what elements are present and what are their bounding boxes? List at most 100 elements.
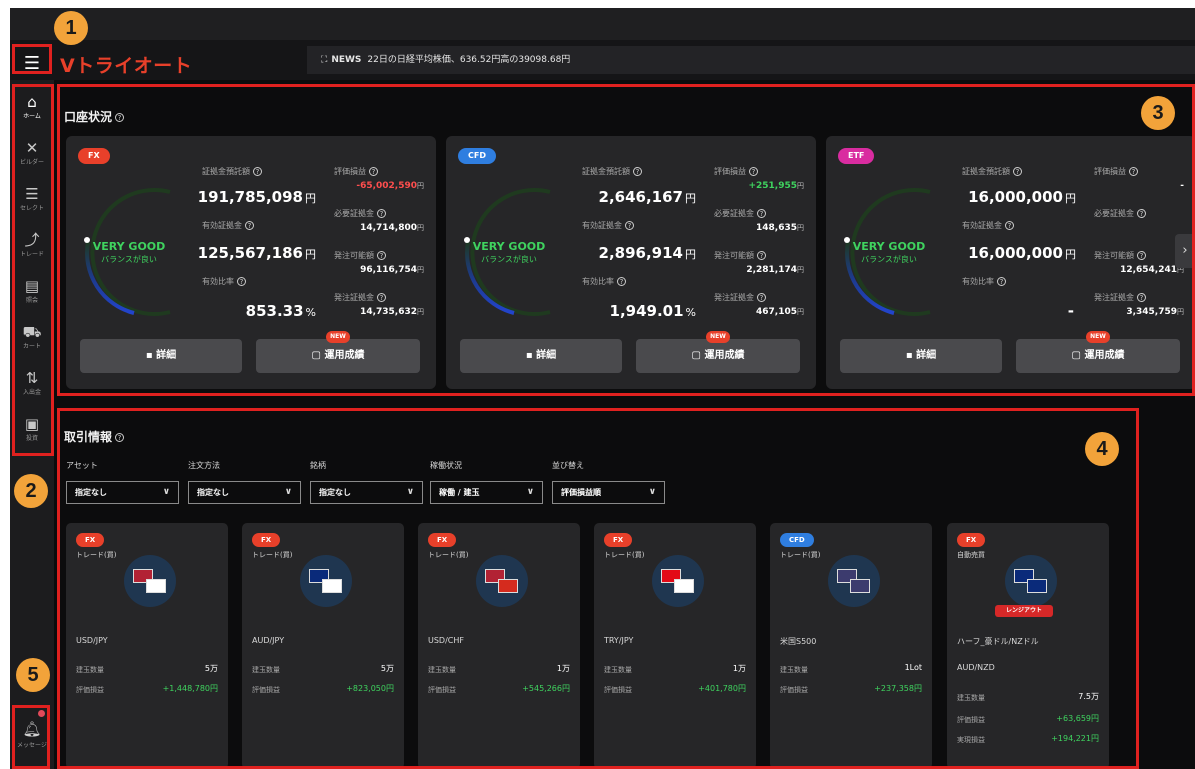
sidebar-item-cart[interactable]: ⛟ カート xyxy=(12,318,52,362)
annotation-badge-2: 2 xyxy=(14,474,48,508)
position-card[interactable]: FX トレード(買) USD/CHF 建玉数量 1万 評価損益 +545,266… xyxy=(418,523,580,769)
detail-button[interactable]: ▪ 詳細 xyxy=(460,339,622,373)
filter-label: 稼働状況 xyxy=(430,461,462,470)
chevron-down-icon: ∨ xyxy=(526,487,534,497)
lock-icon: ▣ xyxy=(24,415,40,433)
sidebar-item-transfer[interactable]: ⇅ 入出金 xyxy=(12,364,52,408)
next-card-button[interactable]: › xyxy=(1175,234,1195,268)
pl-label: 評価損益 xyxy=(428,686,456,694)
symbol-name: TRY/JPY xyxy=(604,636,634,645)
filter-select[interactable]: 指定なし ∨ xyxy=(66,481,179,504)
qty-label: 建玉数量 xyxy=(252,666,280,674)
realized-label: 実現損益 xyxy=(957,736,985,744)
help-icon: ? xyxy=(369,167,378,176)
help-icon: ? xyxy=(1005,221,1014,230)
asset-tag: FX xyxy=(604,533,633,547)
order-type: トレード(買) xyxy=(252,551,293,559)
sidebar-item-messages[interactable]: 🔔︎ メッセージ xyxy=(14,704,50,754)
qty-value: 1万 xyxy=(556,664,570,673)
qty-label: 建玉数量 xyxy=(604,666,632,674)
help-icon: ? xyxy=(757,209,766,218)
symbol-name: USD/CHF xyxy=(428,636,464,645)
position-card[interactable]: FX トレード(買) TRY/JPY 建玉数量 1万 評価損益 +401,780… xyxy=(594,523,756,769)
pl-value: +545,266円 xyxy=(522,684,570,693)
account-card: CFD VERY GOOD バランスが良い 証拠金預託額? 2,646,167 円 … xyxy=(446,136,816,389)
help-icon: ? xyxy=(377,251,386,260)
balance-status: VERY GOOD バランスが良い xyxy=(92,240,166,264)
asset-tag: FX xyxy=(76,533,105,547)
help-icon: ? xyxy=(997,277,1006,286)
ratio-value: - xyxy=(1067,302,1074,320)
asset-tag: FX xyxy=(78,148,110,164)
help-icon: ? xyxy=(1129,167,1138,176)
required-margin-label: 必要証拠金? xyxy=(1094,208,1146,219)
margin-deposit-value: 191,785,098 円 xyxy=(197,188,316,206)
sidebar-item-report[interactable]: ▤ 照会 xyxy=(12,272,52,316)
sidebar-item-select[interactable]: ☰ セレクト xyxy=(12,180,52,224)
annotation-badge-1: 1 xyxy=(54,11,88,45)
annotation-badge-5: 5 xyxy=(16,658,50,692)
pl-value: +823,050円 xyxy=(346,684,394,693)
performance-button[interactable]: NEW ▢ 運用成績 xyxy=(256,331,420,373)
news-ticker[interactable]: ⛶ NEWS 22日の日経平均株価、636.52円高の39098.68円 xyxy=(307,46,1195,74)
help-icon: ? xyxy=(377,209,386,218)
flag-icon xyxy=(1027,579,1047,593)
margin-deposit-value: 2,646,167 円 xyxy=(598,188,696,206)
asset-tag: CFD xyxy=(458,148,496,164)
help-icon[interactable]: ? xyxy=(115,433,125,442)
detail-button[interactable]: ▪ 詳細 xyxy=(840,339,1002,373)
app-window: ☰ Vトライオート ⛶ NEWS 22日の日経平均株価、636.52円高の39098… xyxy=(10,8,1195,769)
flag-icon xyxy=(674,579,694,593)
filter-select[interactable]: 指定なし ∨ xyxy=(188,481,301,504)
order-type: トレード(買) xyxy=(780,551,821,559)
symbol-name: AUD/JPY xyxy=(252,636,285,645)
qty-value: 5万 xyxy=(204,664,218,673)
symbol-name: ハーフ_豪ドル/NZドル xyxy=(957,637,1039,646)
pl-value: - xyxy=(1180,181,1184,191)
ratio-label: 有効比率? xyxy=(202,276,246,287)
currency-flags-icon xyxy=(1005,555,1057,607)
filter-select[interactable]: 稼働 / 建玉 ∨ xyxy=(430,481,543,504)
effective-margin-value: 125,567,186 円 xyxy=(197,244,316,262)
order-available-value: 2,281,174円 xyxy=(746,265,804,275)
performance-button[interactable]: NEW ▢ 運用成績 xyxy=(1016,331,1180,373)
trade-icon: ⤴ xyxy=(24,231,40,249)
hamburger-menu-button[interactable]: ☰ xyxy=(14,49,50,79)
filter-select[interactable]: 指定なし ∨ xyxy=(310,481,423,504)
app-logo: Vトライオート xyxy=(60,55,193,77)
symbol-sub: AUD/NZD xyxy=(957,663,995,672)
position-card[interactable]: CFD トレード(買) 米国S500 建玉数量 1Lot 評価損益 +237,3… xyxy=(770,523,932,769)
position-card[interactable]: FX トレード(買) USD/JPY 建玉数量 5万 評価損益 +1,448,7… xyxy=(66,523,228,769)
position-card[interactable]: FX 自動売買 ハーフ_豪ドル/NZドル レンジアウト AUD/NZD 建玉数量… xyxy=(947,523,1109,769)
sidebar-item-home[interactable]: ⌂ ホーム xyxy=(12,88,52,132)
position-card[interactable]: FX トレード(買) AUD/JPY 建玉数量 5万 評価損益 +823,050… xyxy=(242,523,404,769)
sidebar-item-invest[interactable]: ▣ 投資 xyxy=(12,410,52,454)
balance-status: VERY GOOD バランスが良い xyxy=(472,240,546,264)
sidebar-item-builder[interactable]: ✕ ビルダー xyxy=(12,134,52,178)
detail-button[interactable]: ▪ 詳細 xyxy=(80,339,242,373)
calendar-icon: ▢ xyxy=(311,350,325,361)
qty-label: 建玉数量 xyxy=(780,666,808,674)
account-card: ETF VERY GOOD バランスが良い 証拠金預託額? 16,000,000 円… xyxy=(826,136,1195,389)
ratio-value: 853.33% xyxy=(245,302,316,320)
ratio-label: 有効比率? xyxy=(962,276,1006,287)
margin-deposit-label: 証拠金預託額? xyxy=(202,166,262,177)
order-margin-value: 3,345,759円 xyxy=(1126,307,1184,317)
help-icon[interactable]: ? xyxy=(115,113,125,122)
trade-section-title: 取引情報? xyxy=(64,428,125,445)
order-available-value: 12,654,241円 xyxy=(1120,265,1184,275)
chevron-down-icon: ∨ xyxy=(406,487,414,497)
asset-tag: FX xyxy=(428,533,457,547)
performance-button[interactable]: NEW ▢ 運用成績 xyxy=(636,331,800,373)
pl-value: +251,955円 xyxy=(748,181,804,191)
qty-label: 建玉数量 xyxy=(428,666,456,674)
filter-select[interactable]: 評価損益順 ∨ xyxy=(552,481,665,504)
account-card: FX VERY GOOD バランスが良い 証拠金預託額? 191,785,098 円… xyxy=(66,136,436,389)
order-available-label: 発注可能額? xyxy=(334,250,386,261)
flag-icon xyxy=(850,579,870,593)
balance-status: VERY GOOD バランスが良い xyxy=(852,240,926,264)
qty-value: 5万 xyxy=(380,664,394,673)
qty-label: 建玉数量 xyxy=(76,666,104,674)
sidebar-item-trade[interactable]: ⤴ トレード xyxy=(12,226,52,270)
required-margin-label: 必要証拠金? xyxy=(334,208,386,219)
